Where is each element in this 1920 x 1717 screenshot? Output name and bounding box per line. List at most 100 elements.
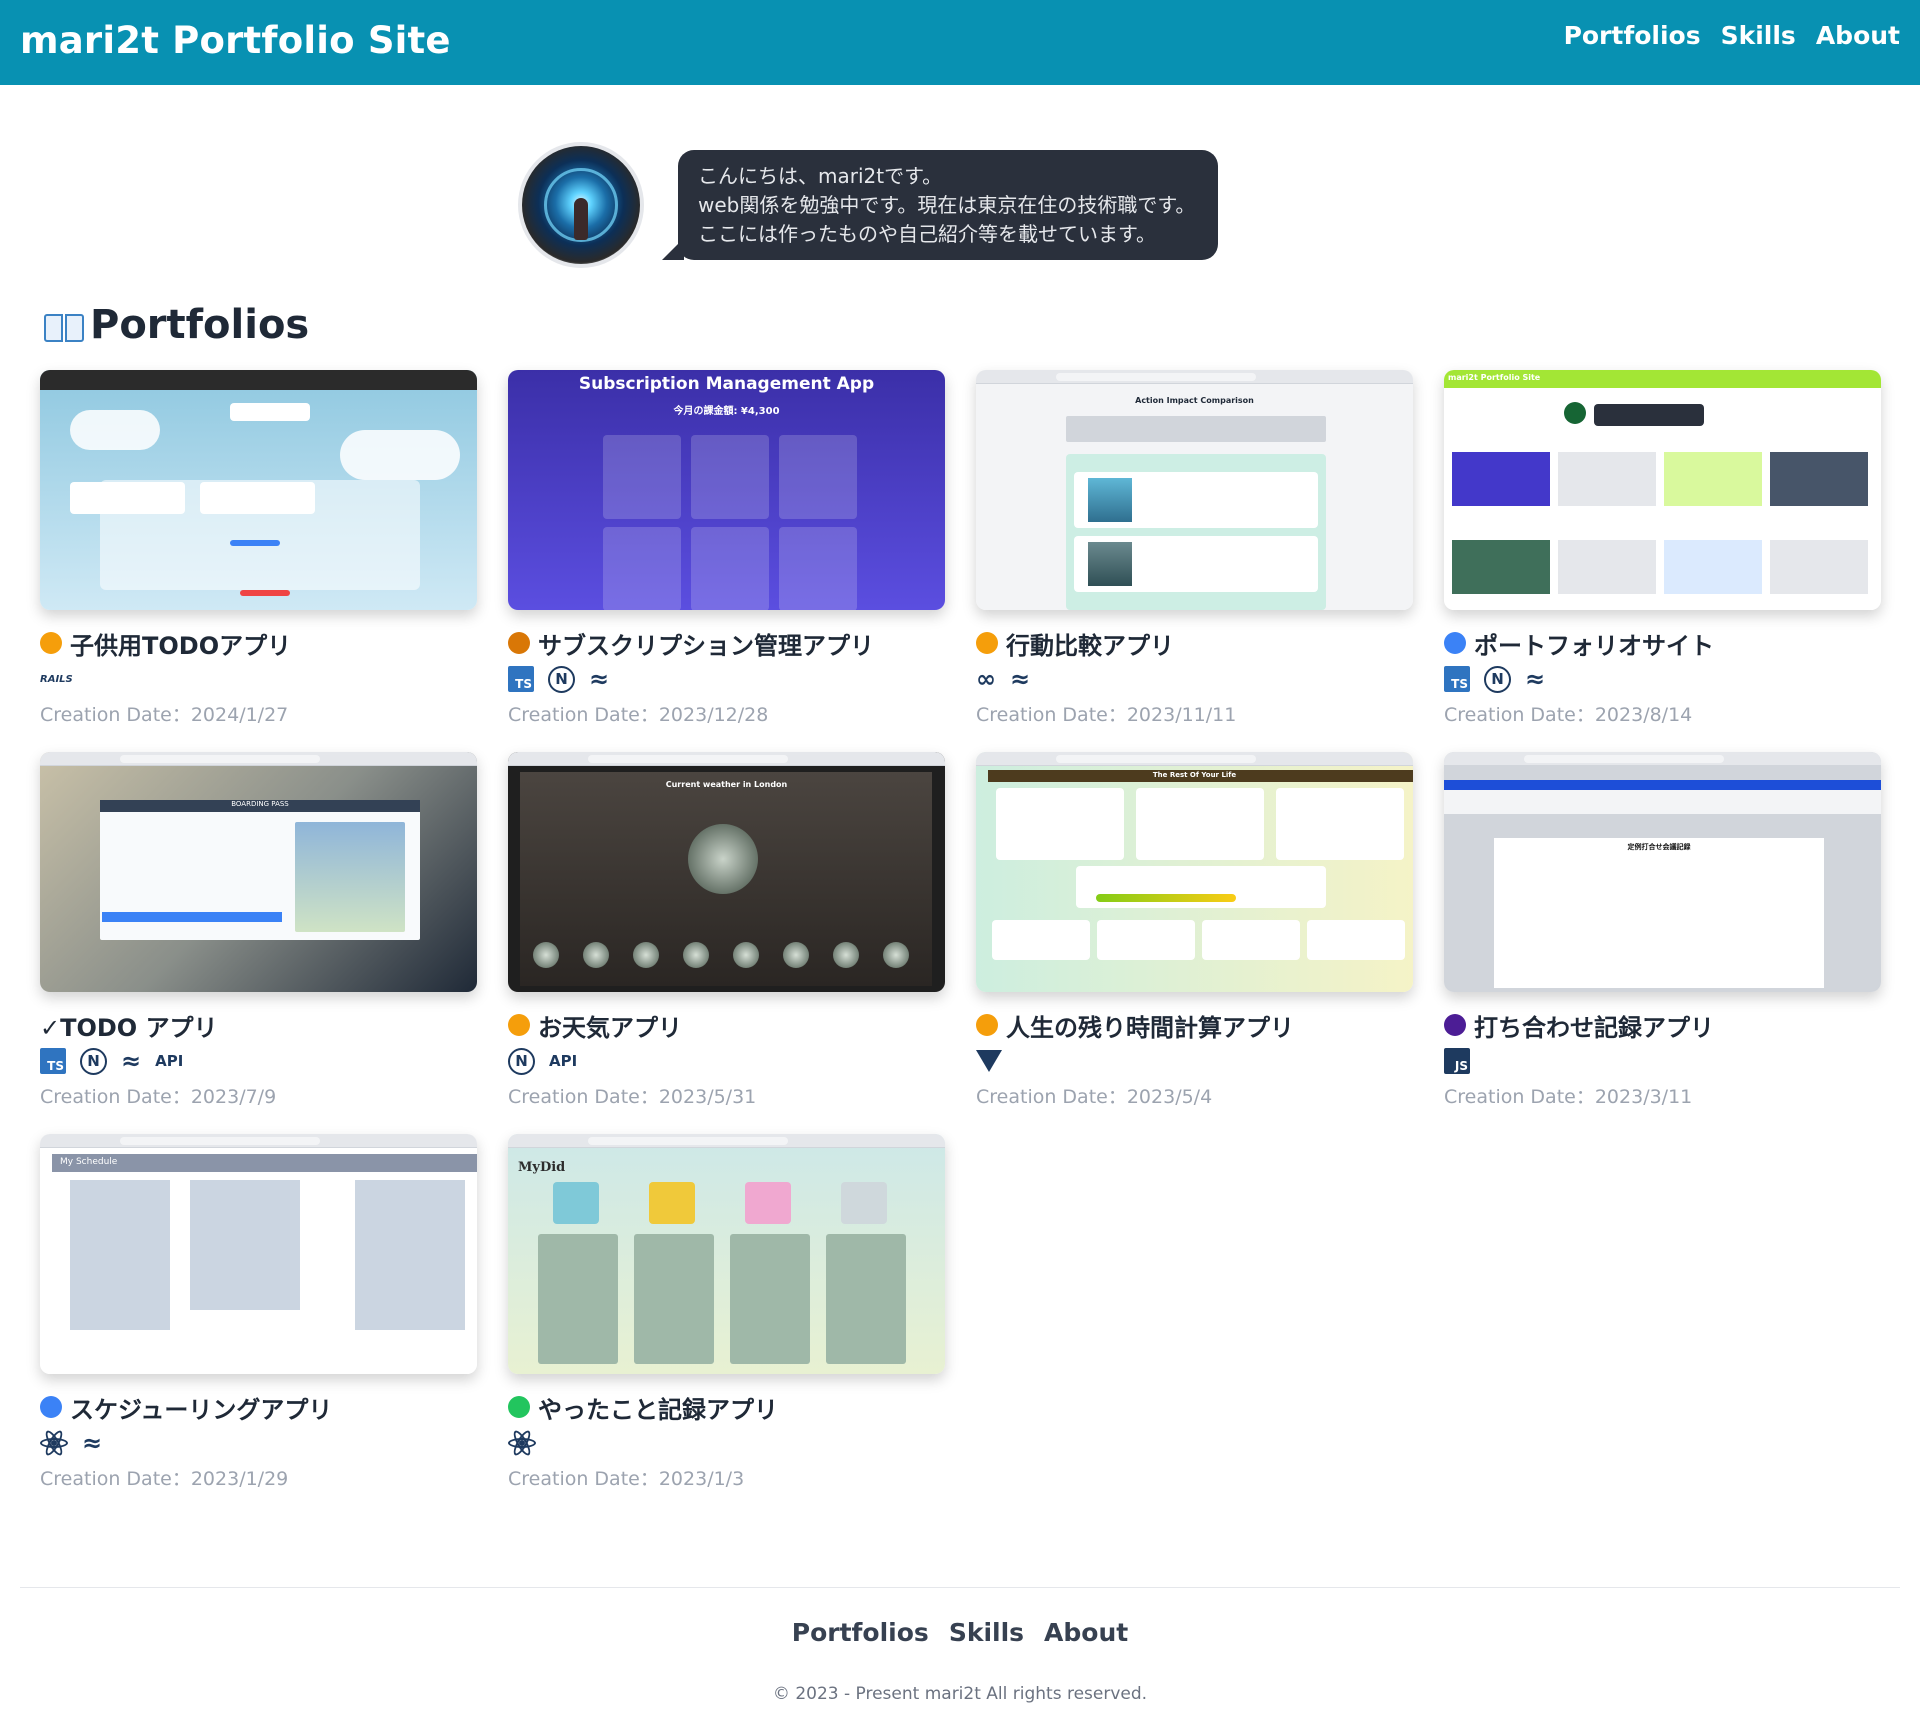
- intro-line-1: こんにちは、mari2tです。: [698, 164, 943, 188]
- thumb-subheading: 今月の課金額: ¥4,300: [673, 406, 780, 417]
- creation-date-label: Creation Date：: [1444, 1086, 1595, 1108]
- thumb-heading: MyDid: [518, 1160, 566, 1175]
- portfolio-title[interactable]: 子供用TODOアプリ: [40, 628, 477, 660]
- creation-date: Creation Date：2023/1/29: [40, 1464, 477, 1491]
- walking-person-emoji: [976, 632, 998, 654]
- creation-date-value: 2023/11/11: [1126, 704, 1237, 726]
- creation-date: Creation Date：2023/3/11: [1444, 1082, 1881, 1109]
- footer-portfolios-link[interactable]: Portfolios: [792, 1618, 929, 1647]
- nav-skills-link[interactable]: Skills: [1721, 21, 1796, 50]
- nav-portfolios-link[interactable]: Portfolios: [1564, 21, 1701, 50]
- avatar-figure: [574, 198, 588, 240]
- thumb-heading: My Schedule: [60, 1157, 118, 1167]
- old-man-emoji: [976, 1014, 998, 1036]
- portfolio-title[interactable]: やったこと記録アプリ: [508, 1392, 945, 1424]
- footer-skills-link[interactable]: Skills: [949, 1618, 1024, 1647]
- avatar: [522, 146, 640, 264]
- calendar-emoji: [40, 1396, 62, 1418]
- portfolio-thumbnail[interactable]: 定例打合せ会議記録: [1444, 752, 1881, 992]
- link-icon: ∞: [976, 665, 996, 693]
- portfolio-thumbnail[interactable]: My Schedule: [40, 1134, 477, 1374]
- tech-stack: TS N ≈: [508, 664, 945, 694]
- site-title[interactable]: mari2t Portfolio Site: [20, 19, 451, 62]
- portfolio-title-text: 人生の残り時間計算アプリ: [1006, 1013, 1294, 1042]
- portfolio-card[interactable]: Current weather in London お天気アプリ N API Crea…: [508, 752, 945, 1109]
- thumb-heading: Action Impact Comparison: [1135, 396, 1254, 405]
- portfolio-title[interactable]: ✓TODO アプリ: [40, 1010, 477, 1042]
- portfolio-title-text: 打ち合わせ記録アプリ: [1474, 1013, 1714, 1042]
- portfolio-thumbnail[interactable]: Subscription Management App 今月の課金額: ¥4,3…: [508, 370, 945, 610]
- creation-date-value: 2023/1/3: [658, 1468, 745, 1490]
- portfolio-thumbnail[interactable]: Action Impact Comparison: [976, 370, 1413, 610]
- portfolio-card[interactable]: The Rest Of Your Life 人生の残り時間計算アプリ Creati…: [976, 752, 1413, 1109]
- portfolio-title[interactable]: 人生の残り時間計算アプリ: [976, 1010, 1413, 1042]
- creation-date-value: 2023/5/31: [658, 1086, 757, 1108]
- tech-stack: JS: [1444, 1046, 1881, 1076]
- thumb-heading: Current weather in London: [665, 780, 788, 789]
- portfolios-heading-text: Portfolios: [90, 302, 310, 348]
- thumb-heading: 定例打合せ会議記録: [1627, 843, 1691, 851]
- creation-date-label: Creation Date：: [508, 1468, 659, 1490]
- tailwind-icon: ≈: [82, 1429, 103, 1457]
- creation-date-label: Creation Date：: [508, 1086, 659, 1108]
- portfolio-title[interactable]: お天気アプリ: [508, 1010, 945, 1042]
- portfolio-card[interactable]: BOARDING PASS ✓TODO アプリ TS N ≈ API Creation D…: [40, 752, 477, 1109]
- speaking-head-emoji: [1444, 1014, 1466, 1036]
- creation-date-value: 2023/7/9: [190, 1086, 277, 1108]
- tailwind-icon: ≈: [1525, 665, 1546, 693]
- portfolio-title-text: 行動比較アプリ: [1006, 631, 1174, 660]
- nextjs-icon: N: [508, 1047, 535, 1075]
- portfolio-title[interactable]: サブスクリプション管理アプリ: [508, 628, 945, 660]
- portfolio-thumbnail[interactable]: mari2t Portfolio Site: [1444, 370, 1881, 610]
- nav-about-link[interactable]: About: [1816, 21, 1900, 50]
- tech-stack: TS N ≈: [1444, 664, 1881, 694]
- portfolio-title-text: やったこと記録アプリ: [538, 1395, 778, 1424]
- creation-date-label: Creation Date：: [976, 704, 1127, 726]
- portfolio-title[interactable]: 打ち合わせ記録アプリ: [1444, 1010, 1881, 1042]
- portfolio-thumbnail[interactable]: Current weather in London: [508, 752, 945, 992]
- portfolio-card[interactable]: Subscription Management App 今月の課金額: ¥4,3…: [508, 370, 945, 727]
- creation-date-label: Creation Date：: [40, 1086, 191, 1108]
- portfolio-card[interactable]: My Schedule スケジューリングアプリ ≈ Creation Date：20…: [40, 1134, 477, 1491]
- footer-divider: [20, 1587, 1900, 1588]
- portfolio-card[interactable]: 子供用TODOアプリ RAILS Creation Date：2024/1/27: [40, 370, 477, 727]
- creation-date-value: 2023/1/29: [190, 1468, 289, 1490]
- creation-date: Creation Date：2023/11/11: [976, 700, 1413, 727]
- react-icon: [40, 1428, 68, 1458]
- javascript-icon: JS: [1444, 1048, 1470, 1074]
- thumb-heading: BOARDING PASS: [100, 800, 420, 812]
- creation-date: Creation Date：2023/5/31: [508, 1082, 945, 1109]
- tech-stack: ≈: [40, 1428, 477, 1458]
- creation-date: Creation Date：2024/1/27: [40, 700, 477, 727]
- creation-date: Creation Date：2023/7/9: [40, 1082, 477, 1109]
- footer-about-link[interactable]: About: [1044, 1618, 1128, 1647]
- creation-date-label: Creation Date：: [1444, 704, 1595, 726]
- typescript-icon: TS: [1444, 666, 1470, 692]
- typescript-icon: TS: [40, 1048, 66, 1074]
- portfolio-title-text: 子供用TODOアプリ: [70, 631, 292, 660]
- intro-line-3: ここには作ったものや自己紹介等を載せています。: [698, 222, 1156, 246]
- thumb-heading: Subscription Management App: [578, 374, 875, 394]
- portfolio-title[interactable]: スケジューリングアプリ: [40, 1392, 477, 1424]
- typescript-icon: TS: [508, 666, 534, 692]
- portfolio-card[interactable]: 定例打合せ会議記録打ち合わせ記録アプリ JS Creation Date：2023/…: [1444, 752, 1881, 1109]
- tech-stack: RAILS: [40, 664, 477, 694]
- portfolio-thumbnail[interactable]: [40, 370, 477, 610]
- tailwind-icon: ≈: [121, 1047, 142, 1075]
- open-book-icon: [44, 312, 84, 344]
- tech-stack: [976, 1046, 1413, 1076]
- thumb-heading: mari2t Portfolio Site: [1448, 373, 1541, 382]
- portfolio-thumbnail[interactable]: BOARDING PASS: [40, 752, 477, 992]
- creation-date-label: Creation Date：: [508, 704, 659, 726]
- portfolio-card[interactable]: Action Impact Comparison 行動比較アプリ ∞ ≈ Creati…: [976, 370, 1413, 727]
- portfolio-thumbnail[interactable]: The Rest Of Your Life: [976, 752, 1413, 992]
- portfolio-title[interactable]: ポートフォリオサイト: [1444, 628, 1881, 660]
- portfolio-thumbnail[interactable]: MyDid: [508, 1134, 945, 1374]
- creation-date-value: 2023/5/4: [1126, 1086, 1213, 1108]
- creation-date-value: 2023/8/14: [1594, 704, 1693, 726]
- portfolio-title[interactable]: 行動比較アプリ: [976, 628, 1413, 660]
- portfolio-card[interactable]: mari2t Portfolio Site ポートフォリオサイト TS N ≈ Crea…: [1444, 370, 1881, 727]
- api-icon: API: [549, 1052, 578, 1070]
- portfolio-card[interactable]: MyDid やったこと記録アプリ Creation Date：2023/1/3: [508, 1134, 945, 1491]
- tech-stack: ∞ ≈: [976, 664, 1413, 694]
